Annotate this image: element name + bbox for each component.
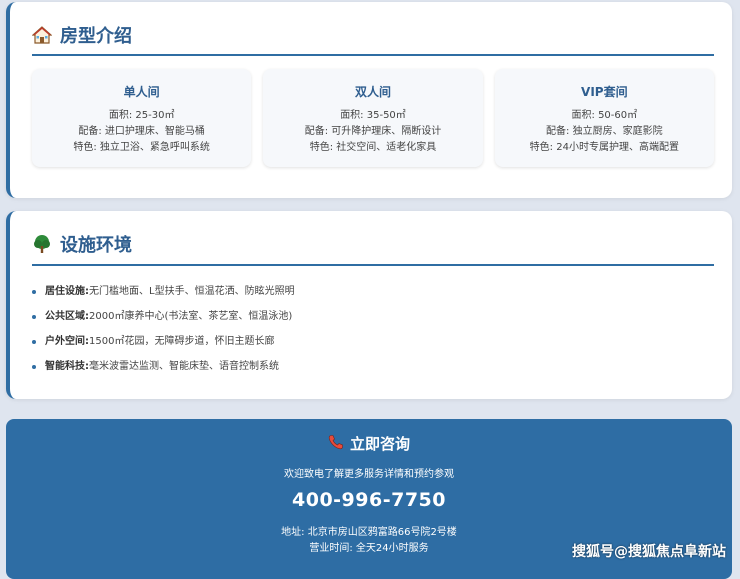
phone-number-link[interactable]: 400-996-7750 [6,489,732,511]
facility-text: 1500㎡花园，无障碍步道，怀旧主题长廊 [89,336,275,347]
room-types-heading: 房型介绍 [31,22,132,48]
facilities-section: 设施环境 居住设施: 无门槛地面、L型扶手、恒温花洒、防眩光照明 公共区域: 2… [6,211,732,399]
room-types-section: 房型介绍 单人间 面积: 25-30㎡ 配备: 进口护理床、智能马桶 特色: 独… [6,2,732,198]
list-item: 户外空间: 1500㎡花园，无障碍步道，怀旧主题长廊 [32,329,295,354]
watermark-text: 搜狐号@搜狐焦点阜新站 [572,544,726,560]
facility-text: 无门槛地面、L型扶手、恒温花洒、防眩光照明 [89,286,295,297]
house-icon [31,25,53,45]
facility-text: 2000㎡康养中心(书法室、茶艺室、恒温泳池) [89,311,293,322]
room-feature: 特色: 独立卫浴、紧急呼叫系统 [73,142,210,153]
contact-description: 欢迎致电了解更多服务详情和预约参观 [284,469,454,480]
room-types-title: 房型介绍 [60,26,132,47]
room-name: 单人间 [123,85,160,99]
room-config: 配备: 独立厨房、家庭影院 [546,126,663,137]
facility-label: 智能科技: [45,361,89,372]
room-area: 面积: 25-30㎡ [108,110,175,121]
room-name: VIP套间 [581,85,628,99]
address-text: 地址: 北京市房山区鸦富路66号院2号楼 [281,527,457,538]
room-area: 面积: 35-50㎡ [340,110,406,121]
facilities-heading: 设施环境 [32,231,132,257]
bullet-icon [32,314,36,319]
section-divider [32,54,714,56]
room-card-vip: VIP套间 面积: 50-60㎡ 配备: 独立厨房、家庭影院 特色: 24小时专… [494,69,714,167]
contact-title: 立即咨询 [349,435,410,453]
room-area: 面积: 50-60㎡ [571,110,638,121]
facility-text: 毫米波雷达监测、智能床垫、语音控制系统 [89,361,279,372]
facilities-title: 设施环境 [60,235,132,256]
room-card-single: 单人间 面积: 25-30㎡ 配备: 进口护理床、智能马桶 特色: 独立卫浴、紧… [32,69,252,167]
room-name: 双人间 [354,85,391,99]
facility-label: 居住设施: [45,286,89,297]
room-card-double: 双人间 面积: 35-50㎡ 配备: 可升降护理床、隔断设计 特色: 社交空间、… [263,69,483,167]
bullet-icon [32,339,36,344]
phone-icon [328,434,344,454]
contact-heading: 立即咨询 [6,433,732,454]
room-grid: 单人间 面积: 25-30㎡ 配备: 进口护理床、智能马桶 特色: 独立卫浴、紧… [32,69,714,167]
list-item: 智能科技: 毫米波雷达监测、智能床垫、语音控制系统 [32,354,295,379]
room-feature: 特色: 24小时专属护理、高端配置 [529,142,679,153]
facilities-list: 居住设施: 无门槛地面、L型扶手、恒温花洒、防眩光照明 公共区域: 2000㎡康… [32,279,295,379]
room-feature: 特色: 社交空间、适老化家具 [309,142,437,153]
facility-label: 户外空间: [45,336,89,347]
room-config: 配备: 进口护理床、智能马桶 [78,126,205,137]
tree-icon [32,234,52,254]
list-item: 居住设施: 无门槛地面、L型扶手、恒温花洒、防眩光照明 [32,279,295,304]
facility-label: 公共区域: [45,311,89,322]
bullet-icon [32,364,36,369]
bullet-icon [32,289,36,294]
list-item: 公共区域: 2000㎡康养中心(书法室、茶艺室、恒温泳池) [32,304,295,329]
room-config: 配备: 可升降护理床、隔断设计 [304,126,442,137]
section-divider [32,264,714,266]
